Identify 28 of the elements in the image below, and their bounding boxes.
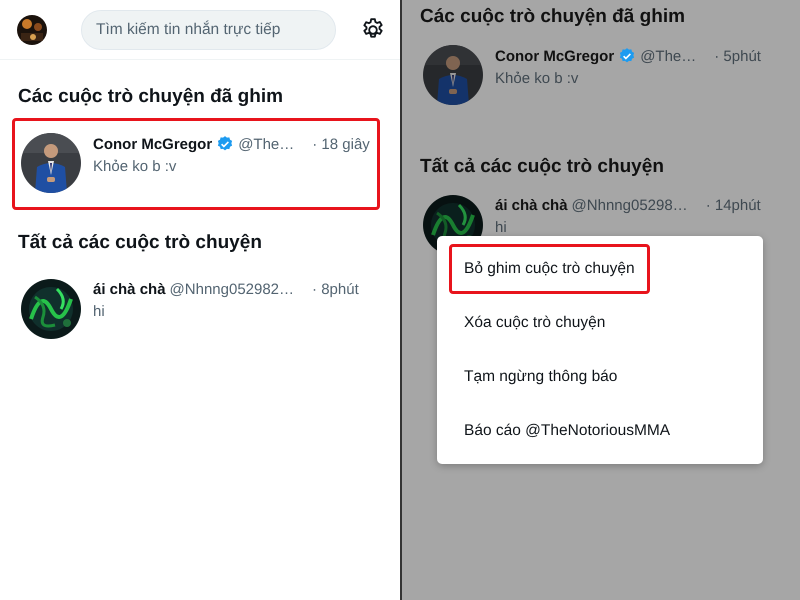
search-field[interactable]: Tìm kiếm tin nhắn trực tiếp (81, 10, 336, 50)
section-heading: Các cuộc trò chuyện đã ghim (419, 6, 686, 28)
message-preview: hi (93, 303, 106, 320)
timestamp: · 18 giây (312, 136, 370, 152)
conversation-item[interactable]: Conor McGregor @The… · 18 giây Khỏe ko b :v (12, 118, 380, 210)
message-preview: Khỏe ko b :v (495, 70, 580, 87)
menu-item[interactable]: Xóa cuộc trò chuyện (449, 298, 620, 348)
conversation-item[interactable]: ái chà chà @Nhnng052982… · 8phút hi (12, 264, 380, 356)
username: @Nhnng05298… (572, 197, 688, 214)
timestamp: · 8phút (312, 281, 359, 298)
conversation-item[interactable]: Conor McGregor @The… · 5phút Khỏe ko b :v (414, 38, 780, 122)
message-preview: Khỏe ko b :v (93, 158, 178, 175)
username: @The… (640, 48, 696, 64)
contact-name: Conor McGregor (495, 48, 614, 64)
contact-name: ái chà chà (93, 281, 166, 298)
section-heading: Tất cả các cuộc trò chuyện (419, 156, 665, 178)
username: @Nhnng052982… (170, 281, 294, 298)
username: @The… (238, 136, 294, 152)
section-heading: Các cuộc trò chuyện đã ghim (17, 86, 284, 108)
timestamp: · 14phút (706, 197, 761, 214)
contact-name: ái chà chà (495, 197, 568, 214)
timestamp: · 5phút (714, 48, 761, 64)
menu-item[interactable]: Báo cáo @TheNotoriousMMA (449, 406, 686, 456)
contact-name: Conor McGregor (93, 136, 212, 152)
menu-item[interactable]: Bỏ ghim cuộc trò chuyện (449, 244, 650, 294)
message-preview: hi (495, 219, 508, 236)
section-heading: Tất cả các cuộc trò chuyện (17, 232, 263, 254)
menu-item[interactable]: Tạm ngừng thông báo (449, 352, 632, 402)
